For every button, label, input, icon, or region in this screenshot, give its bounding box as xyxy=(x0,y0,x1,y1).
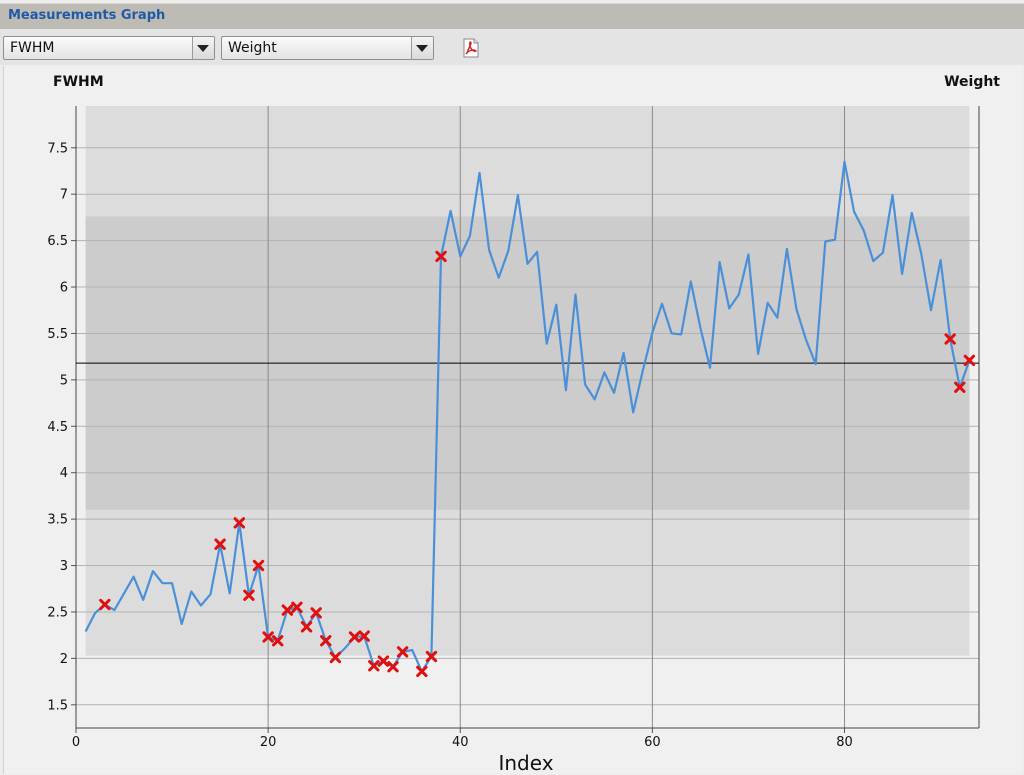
x-axis-label: Index xyxy=(498,751,554,775)
y-tick-label: 7.5 xyxy=(47,141,68,156)
right-axis-title: Weight xyxy=(944,74,1000,90)
x-tick-label: 80 xyxy=(836,735,853,750)
y-tick-label: 1.5 xyxy=(47,698,68,713)
y-tick-label: 2 xyxy=(60,652,68,667)
y-tick-label: 6.5 xyxy=(47,234,68,249)
y-tick-label: 5 xyxy=(60,373,68,388)
x-tick-label: 0 xyxy=(72,735,80,750)
y-tick-label: 2.5 xyxy=(47,605,68,620)
measurements-chart: 1.5 2 2.5 3 3.5 4 4.5 5 5.5 6 6.5 7 7.5 0 20 40 60 80 xyxy=(47,106,980,750)
y-tick-label: 4.5 xyxy=(47,420,68,435)
y-tick-label: 5.5 xyxy=(47,327,68,342)
x-tick-label: 40 xyxy=(452,735,469,750)
y-tick-label: 3.5 xyxy=(47,513,68,528)
x-tick-label: 60 xyxy=(644,735,661,750)
x-tick-label: 20 xyxy=(260,735,277,750)
left-axis-title: FWHM xyxy=(53,74,104,90)
y-tick-label: 7 xyxy=(60,188,68,203)
y-tick-label: 6 xyxy=(60,281,68,296)
y-tick-label: 4 xyxy=(60,466,68,481)
y-tick-label: 3 xyxy=(60,559,68,574)
